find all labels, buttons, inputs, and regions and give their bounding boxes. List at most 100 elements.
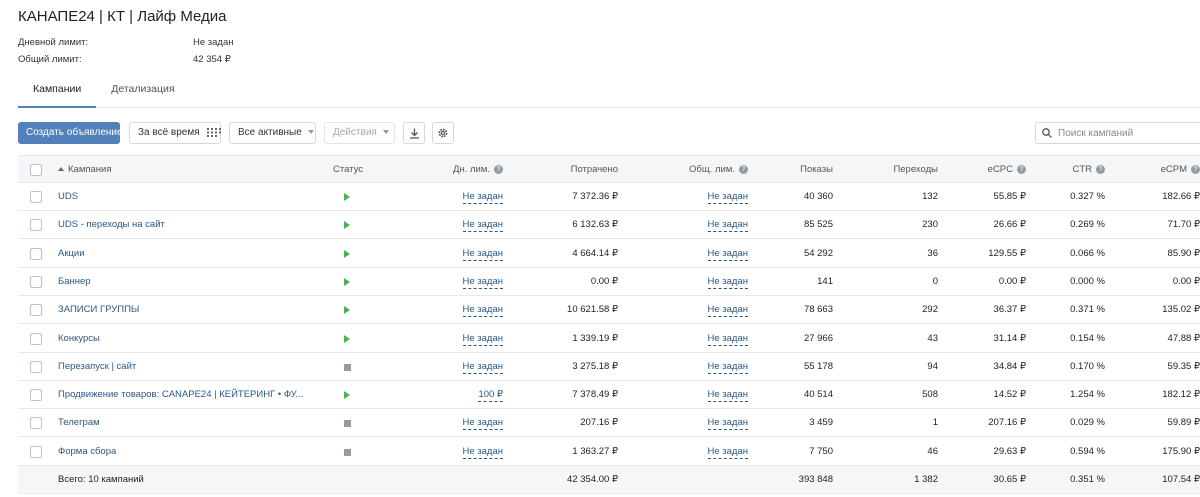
row-checkbox[interactable] [30, 446, 42, 458]
help-icon[interactable]: ? [739, 164, 748, 174]
campaign-name-link[interactable]: UDS [58, 183, 318, 211]
campaign-name-link[interactable]: Продвижение товаров: CANAPE24 | КЕЙТЕРИН… [58, 381, 318, 409]
ecpm-value: 175.90 ₽ [1162, 446, 1200, 457]
column-header-status[interactable]: Статус [333, 156, 393, 184]
campaign-name-link[interactable]: Баннер [58, 268, 318, 296]
row-checkbox[interactable] [30, 417, 42, 429]
ecpm-value: 182.66 ₽ [1162, 191, 1200, 202]
table-row: Продвижение товаров: CANAPE24 | КЕЙТЕРИН… [18, 381, 1200, 409]
status-indicator[interactable] [344, 240, 354, 268]
total-limit-link[interactable]: Не задан [707, 389, 748, 402]
row-checkbox[interactable] [30, 361, 42, 373]
status-indicator[interactable] [344, 381, 354, 409]
column-header-total[interactable]: Общ. лим.? [648, 156, 748, 184]
tab-campaigns[interactable]: Кампании [18, 76, 97, 108]
column-header-impressions[interactable]: Показы [753, 156, 833, 184]
daily-limit-link[interactable]: Не задан [462, 191, 503, 204]
column-header-ecpm[interactable]: eCPM? [1112, 156, 1200, 184]
status-indicator[interactable] [344, 409, 354, 437]
total-limit-value[interactable]: 42 354 ₽ [193, 51, 231, 68]
status-indicator[interactable] [344, 325, 354, 353]
help-icon[interactable]: ? [1096, 164, 1105, 174]
daily-limit-link[interactable]: Не задан [462, 361, 503, 374]
campaign-name-link[interactable]: Форма сбора [58, 438, 318, 466]
total-limit-link[interactable]: Не задан [707, 333, 748, 346]
row-checkbox[interactable] [30, 191, 42, 203]
daily-limit-link[interactable]: Не задан [462, 219, 503, 232]
total-limit-link[interactable]: Не задан [707, 446, 748, 459]
total-limit-link[interactable]: Не задан [707, 219, 748, 232]
total-limit-link[interactable]: Не задан [707, 417, 748, 430]
total-limit-link[interactable]: Не задан [707, 361, 748, 374]
daily-limit-link[interactable]: Не задан [462, 304, 503, 317]
help-icon[interactable]: ? [494, 164, 503, 174]
daily-limit-link[interactable]: Не задан [462, 248, 503, 261]
help-icon[interactable]: ? [1191, 164, 1200, 174]
daily-limit-link[interactable]: 100 ₽ [478, 389, 503, 402]
status-indicator[interactable] [344, 211, 354, 239]
status-indicator[interactable] [344, 438, 354, 466]
ctr-value: 0.594 % [1070, 446, 1105, 457]
total-limit-link[interactable]: Не задан [707, 191, 748, 204]
impressions-value: 55 178 [803, 361, 833, 372]
create-ad-button[interactable]: Создать объявление [18, 122, 123, 144]
impressions-value: 40 514 [803, 389, 833, 400]
campaign-name-link[interactable]: Акции [58, 240, 318, 268]
period-button[interactable]: За всё время [129, 122, 222, 144]
daily-limit-value[interactable]: Не задан [193, 34, 234, 51]
table-row: Акции Не задан 4 664.14 ₽ Не задан 54 292 36 1… [18, 240, 1200, 268]
status-indicator[interactable] [344, 353, 354, 381]
impressions-value: 40 360 [803, 191, 833, 202]
campaign-name-link[interactable]: ЗАПИСИ ГРУППЫ [58, 296, 318, 324]
ecpc-value: 0.00 ₽ [998, 276, 1026, 287]
row-checkbox[interactable] [30, 304, 42, 316]
total-limit-link[interactable]: Не задан [707, 304, 748, 317]
column-header-spent[interactable]: Потрачено [518, 156, 618, 184]
daily-limit-link[interactable]: Не задан [462, 417, 503, 430]
campaign-name-link[interactable]: Телеграм [58, 409, 318, 437]
ecpm-value: 47.88 ₽ [1167, 333, 1200, 344]
row-checkbox[interactable] [30, 248, 42, 260]
row-checkbox[interactable] [30, 389, 42, 401]
status-indicator[interactable] [344, 268, 354, 296]
actions-dropdown[interactable]: Действия [324, 122, 395, 144]
ecpm-value: 59.35 ₽ [1167, 361, 1200, 372]
campaign-name-link[interactable]: Перезапуск | сайт [58, 353, 318, 381]
column-header-ctr[interactable]: CTR? [1025, 156, 1105, 184]
status-indicator[interactable] [344, 296, 354, 324]
search-box[interactable] [1035, 122, 1200, 144]
ctr-value: 0.371 % [1070, 304, 1105, 315]
filter-dropdown[interactable]: Все активные [229, 122, 316, 144]
column-header-clicks[interactable]: Переходы [858, 156, 938, 184]
ecpm-value: 59.89 ₽ [1167, 417, 1200, 428]
footer-ctr: 0.351 % [1070, 474, 1105, 485]
daily-limit-link[interactable]: Не задан [462, 333, 503, 346]
ecpm-value: 182.12 ₽ [1162, 389, 1200, 400]
settings-button[interactable] [432, 122, 454, 144]
column-header-ecpc[interactable]: eCPC? [946, 156, 1026, 184]
campaign-name-link[interactable]: UDS - переходы на сайт [58, 211, 318, 239]
ecpm-value: 0.00 ₽ [1172, 276, 1200, 287]
row-checkbox[interactable] [30, 333, 42, 345]
tab-details[interactable]: Детализация [96, 76, 189, 108]
tab-bar: Кампании Детализация [18, 76, 1200, 108]
clicks-value: 508 [922, 389, 938, 400]
daily-limit-link[interactable]: Не задан [462, 446, 503, 459]
row-checkbox[interactable] [30, 276, 42, 288]
select-all-checkbox[interactable] [30, 164, 42, 176]
spent-value: 207.16 ₽ [580, 417, 618, 428]
total-limit-link[interactable]: Не задан [707, 276, 748, 289]
clicks-value: 132 [922, 191, 938, 202]
search-input[interactable] [1058, 127, 1198, 139]
play-icon [344, 221, 350, 229]
column-header-daily[interactable]: Дн. лим.? [403, 156, 503, 184]
status-indicator[interactable] [344, 183, 354, 211]
column-header-campaign[interactable]: Кампания [58, 156, 258, 184]
play-icon [344, 250, 350, 258]
ctr-value: 0.170 % [1070, 361, 1105, 372]
total-limit-link[interactable]: Не задан [707, 248, 748, 261]
row-checkbox[interactable] [30, 219, 42, 231]
campaign-name-link[interactable]: Конкурсы [58, 325, 318, 353]
daily-limit-link[interactable]: Не задан [462, 276, 503, 289]
download-button[interactable] [403, 122, 425, 144]
